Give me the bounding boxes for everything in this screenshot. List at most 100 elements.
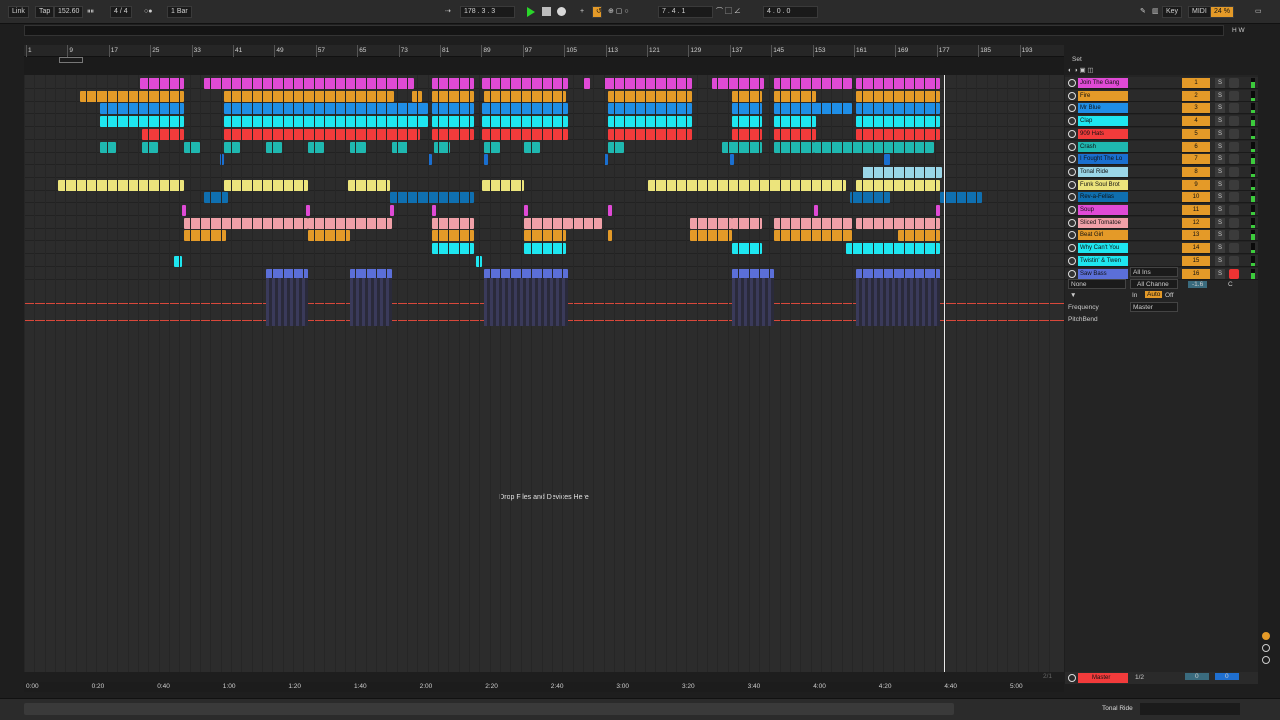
record-button[interactable] [557, 7, 566, 16]
track-volume-field[interactable]: -1.6 [1188, 281, 1208, 288]
track-activator-icon[interactable] [1068, 129, 1076, 138]
arm-button[interactable] [1229, 116, 1239, 127]
master-track-name[interactable]: Master [1078, 673, 1128, 683]
arrangement-clip[interactable] [224, 217, 308, 229]
track-header[interactable]: Join The Gang 1 S [1065, 77, 1258, 89]
solo-button[interactable]: S [1215, 128, 1225, 139]
arrangement-clip[interactable] [608, 128, 692, 140]
track-name[interactable]: Join The Gang [1078, 78, 1128, 88]
pitchbend-param-label[interactable]: PitchBend [1068, 316, 1098, 323]
track-name[interactable]: I Fought The Lo [1078, 154, 1128, 165]
track-name[interactable]: Rev-a-Fellas [1078, 192, 1128, 203]
automation-clip-body[interactable] [484, 278, 568, 326]
track-name[interactable]: Beat Girl [1078, 230, 1128, 241]
solo-button[interactable]: S [1215, 230, 1225, 241]
arrangement-clip[interactable] [204, 192, 228, 204]
solo-button[interactable]: S [1215, 166, 1225, 177]
track-header[interactable]: Twistin' & Twen 15 S [1065, 254, 1258, 267]
arrangement-clip[interactable] [732, 90, 762, 102]
arm-button[interactable] [1229, 205, 1239, 215]
arrangement-clip[interactable] [572, 217, 602, 229]
arrangement-clip[interactable] [584, 78, 590, 89]
browser-icon[interactable]: ▥ [1152, 6, 1159, 18]
arrangement-clip[interactable] [856, 128, 940, 140]
arrangement-clip[interactable] [174, 255, 182, 267]
track-activator-icon[interactable] [1068, 155, 1076, 164]
arm-button[interactable] [1229, 166, 1239, 177]
track-activator-icon[interactable] [1068, 193, 1076, 202]
track-name[interactable]: Sliced Tomatoe [1078, 217, 1128, 228]
track-header[interactable]: Mr Blue 3 S [1065, 102, 1258, 115]
arrangement-clip[interactable] [608, 90, 692, 102]
overflow-icon[interactable]: ▭ [1255, 6, 1262, 18]
tap-tempo-button[interactable]: Tap [35, 6, 55, 18]
solo-button[interactable]: S [1215, 90, 1225, 101]
nudge-icon[interactable]: ⏸⏸ [87, 6, 94, 18]
track-number[interactable]: 7 [1182, 154, 1210, 165]
arrangement-clip[interactable] [856, 268, 940, 279]
key-map-button[interactable]: Key [1162, 6, 1183, 18]
loop-start-field[interactable]: 7 . 4 . 1 [658, 6, 713, 18]
arrangement-clip[interactable] [482, 103, 568, 115]
track-header[interactable]: Beat Girl 13 S [1065, 229, 1258, 242]
arrangement-clip[interactable] [856, 78, 940, 89]
session-record-icon[interactable]: ⊕ ▢ ○ [608, 6, 629, 18]
arrangement-clip[interactable] [604, 78, 692, 89]
solo-button[interactable]: S [1215, 179, 1225, 190]
arrangement-clip[interactable] [608, 116, 692, 128]
arrangement-clip[interactable] [432, 205, 436, 216]
track-number[interactable]: 8 [1182, 166, 1210, 177]
arrangement-clip[interactable] [482, 116, 568, 128]
track-activator-icon[interactable] [1068, 79, 1076, 87]
arm-button[interactable] [1229, 217, 1239, 228]
arrangement-clip[interactable] [856, 116, 940, 128]
track-name[interactable]: Why Can't You [1078, 243, 1128, 254]
arrangement-clip[interactable] [732, 243, 762, 255]
link-button[interactable]: Link [8, 6, 29, 18]
loop-brace[interactable] [59, 57, 83, 63]
arrangement-clip[interactable] [484, 141, 500, 153]
overdub-icon[interactable]: + [580, 6, 584, 18]
loop-brace-area[interactable] [24, 57, 1064, 75]
solo-button[interactable]: S [1215, 243, 1225, 254]
solo-button[interactable]: S [1215, 154, 1225, 165]
solo-button[interactable]: S [1215, 141, 1225, 152]
solo-button[interactable]: S [1215, 116, 1225, 127]
monitor-auto-button[interactable]: Auto [1145, 291, 1163, 298]
arrangement-clip[interactable] [58, 179, 184, 191]
arrangement-clip[interactable] [884, 154, 890, 166]
track-number[interactable]: 3 [1182, 103, 1210, 114]
automation-clip-body[interactable] [266, 278, 308, 326]
arrangement-clip[interactable] [182, 205, 186, 216]
arrangement-clip[interactable] [774, 103, 852, 115]
output-select[interactable]: Master [1130, 302, 1178, 312]
beat-time-ruler[interactable]: 1 9 17 25 33 41 49 57 65 73 81 89 97 105 113 121 129 137 1… [24, 45, 1064, 57]
arrangement-clip[interactable] [856, 179, 940, 191]
track-number[interactable]: 10 [1182, 192, 1210, 203]
arrangement-clip[interactable] [224, 90, 394, 102]
arrangement-position-field[interactable]: 178 . 3 . 3 [460, 6, 515, 18]
track-name[interactable]: Clap [1078, 116, 1128, 127]
track-activator-icon[interactable] [1068, 256, 1076, 265]
automation-clip-body[interactable] [350, 278, 392, 326]
quantize-menu[interactable]: 1 Bar [167, 6, 192, 18]
arrangement-clip[interactable] [100, 116, 184, 128]
solo-button[interactable]: S [1215, 192, 1225, 203]
arrangement-clip[interactable] [732, 217, 762, 229]
track-name[interactable]: Fire [1078, 90, 1128, 101]
arrangement-clip[interactable] [648, 179, 846, 191]
arrangement-clip[interactable] [774, 230, 852, 242]
track-activator-icon[interactable] [1068, 180, 1076, 189]
track-activator-icon[interactable] [1068, 167, 1076, 176]
input-type-select[interactable]: All Ins [1130, 267, 1178, 277]
arrangement-clip[interactable] [774, 217, 852, 229]
arrangement-clip[interactable] [350, 141, 366, 153]
track-number[interactable]: 2 [1182, 90, 1210, 101]
track-header[interactable]: Clap 4 S [1065, 115, 1258, 128]
arrangement-clip[interactable] [730, 154, 734, 166]
track-activator-icon[interactable] [1068, 269, 1076, 278]
detail-view-preview[interactable] [1140, 703, 1240, 715]
arrangement-clip[interactable] [936, 205, 940, 216]
arm-button[interactable] [1229, 192, 1239, 203]
input-channel-select[interactable]: All Channe [1130, 279, 1178, 289]
